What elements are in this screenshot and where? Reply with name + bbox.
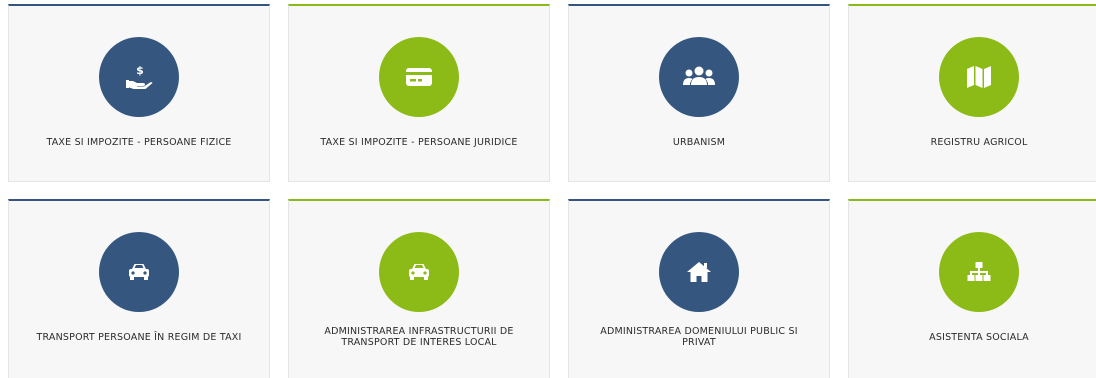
service-icon-circle — [99, 232, 179, 312]
service-card-asistenta-sociala[interactable]: ASISTENTA SOCIALA — [848, 199, 1096, 378]
service-card-transport-taxi[interactable]: TRANSPORT PERSOANE ÎN REGIM DE TAXI — [8, 199, 270, 378]
service-icon-circle — [659, 232, 739, 312]
service-label: ADMINISTRAREA DOMENIULUI PUBLIC SI PRIVA… — [600, 326, 798, 348]
service-icon-circle — [379, 232, 459, 312]
service-label: ASISTENTA SOCIALA — [929, 331, 1029, 343]
service-card-domeniul-public[interactable]: ADMINISTRAREA DOMENIULUI PUBLIC SI PRIVA… — [568, 199, 830, 378]
service-card-taxe-persoane-fizice[interactable]: $ TAXE SI IMPOZITE - PERSOANE FIZICE — [8, 4, 270, 182]
service-label: TAXE SI IMPOZITE - PERSOANE JURIDICE — [320, 136, 518, 148]
service-icon-circle — [659, 37, 739, 117]
service-label: TRANSPORT PERSOANE ÎN REGIM DE TAXI — [36, 331, 242, 343]
car-icon — [409, 264, 429, 280]
service-icon-circle: $ — [99, 37, 179, 117]
service-card-infrastructura-transport[interactable]: ADMINISTRAREA INFRASTRUCTURII DE TRANSPO… — [288, 199, 550, 378]
service-card-registru-agricol[interactable]: REGISTRU AGRICOL — [848, 4, 1096, 182]
service-label: ADMINISTRAREA INFRASTRUCTURII DE TRANSPO… — [324, 326, 514, 348]
hand-dollar-icon: $ — [126, 64, 153, 89]
sitemap-icon — [967, 262, 991, 281]
service-icon-circle — [939, 232, 1019, 312]
service-label: TAXE SI IMPOZITE - PERSOANE FIZICE — [46, 136, 232, 148]
home-icon — [687, 262, 711, 282]
service-icon-circle — [379, 37, 459, 117]
car-icon — [129, 264, 149, 280]
service-label: REGISTRU AGRICOL — [930, 136, 1028, 148]
services-grid: $ TAXE SI IMPOZITE - PERSOANE FIZICE TAX… — [0, 0, 1096, 378]
map-icon — [967, 66, 991, 88]
service-icon-circle — [939, 37, 1019, 117]
service-card-urbanism[interactable]: URBANISM — [568, 4, 830, 182]
service-card-taxe-persoane-juridice[interactable]: TAXE SI IMPOZITE - PERSOANE JURIDICE — [288, 4, 550, 182]
svg-text:$: $ — [136, 64, 144, 77]
users-icon — [683, 66, 715, 85]
credit-card-icon — [406, 68, 432, 86]
service-label: URBANISM — [672, 136, 726, 148]
